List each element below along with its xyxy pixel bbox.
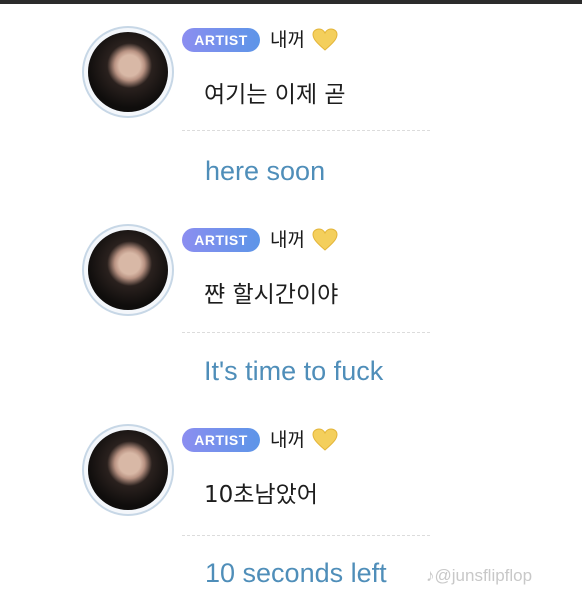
watermark-text: @junsflipflop <box>434 566 533 585</box>
artist-badge: ARTIST <box>182 428 260 452</box>
divider <box>182 130 430 131</box>
sender-name: 내꺼 <box>270 29 305 51</box>
yellow-heart-icon <box>312 28 338 51</box>
artist-avatar[interactable] <box>88 230 168 310</box>
translated-message: It's time to fuck <box>204 356 384 386</box>
yellow-heart-icon <box>312 228 338 251</box>
original-message: 10초남았어 <box>204 482 318 508</box>
sender-name: 내꺼 <box>270 229 305 251</box>
music-note-icon: ♪ <box>426 566 435 585</box>
artist-avatar[interactable] <box>88 32 168 112</box>
yellow-heart-icon <box>312 428 338 451</box>
divider <box>182 535 430 536</box>
translated-message: 10 seconds left <box>205 558 387 588</box>
watermark: ♪@junsflipflop <box>426 566 532 586</box>
translated-message: here soon <box>205 156 326 186</box>
message-2: ARTIST 내꺼 쨘 할시간이야 It's time to fuck <box>0 200 582 400</box>
sender-name: 내꺼 <box>270 429 305 451</box>
artist-badge: ARTIST <box>182 28 260 52</box>
divider <box>182 332 430 333</box>
message-1: ARTIST 내꺼 여기는 이제 곧 here soon <box>0 0 582 200</box>
original-message: 쨘 할시간이야 <box>204 282 339 308</box>
original-message: 여기는 이제 곧 <box>204 82 346 108</box>
artist-avatar[interactable] <box>88 430 168 510</box>
artist-badge: ARTIST <box>182 228 260 252</box>
